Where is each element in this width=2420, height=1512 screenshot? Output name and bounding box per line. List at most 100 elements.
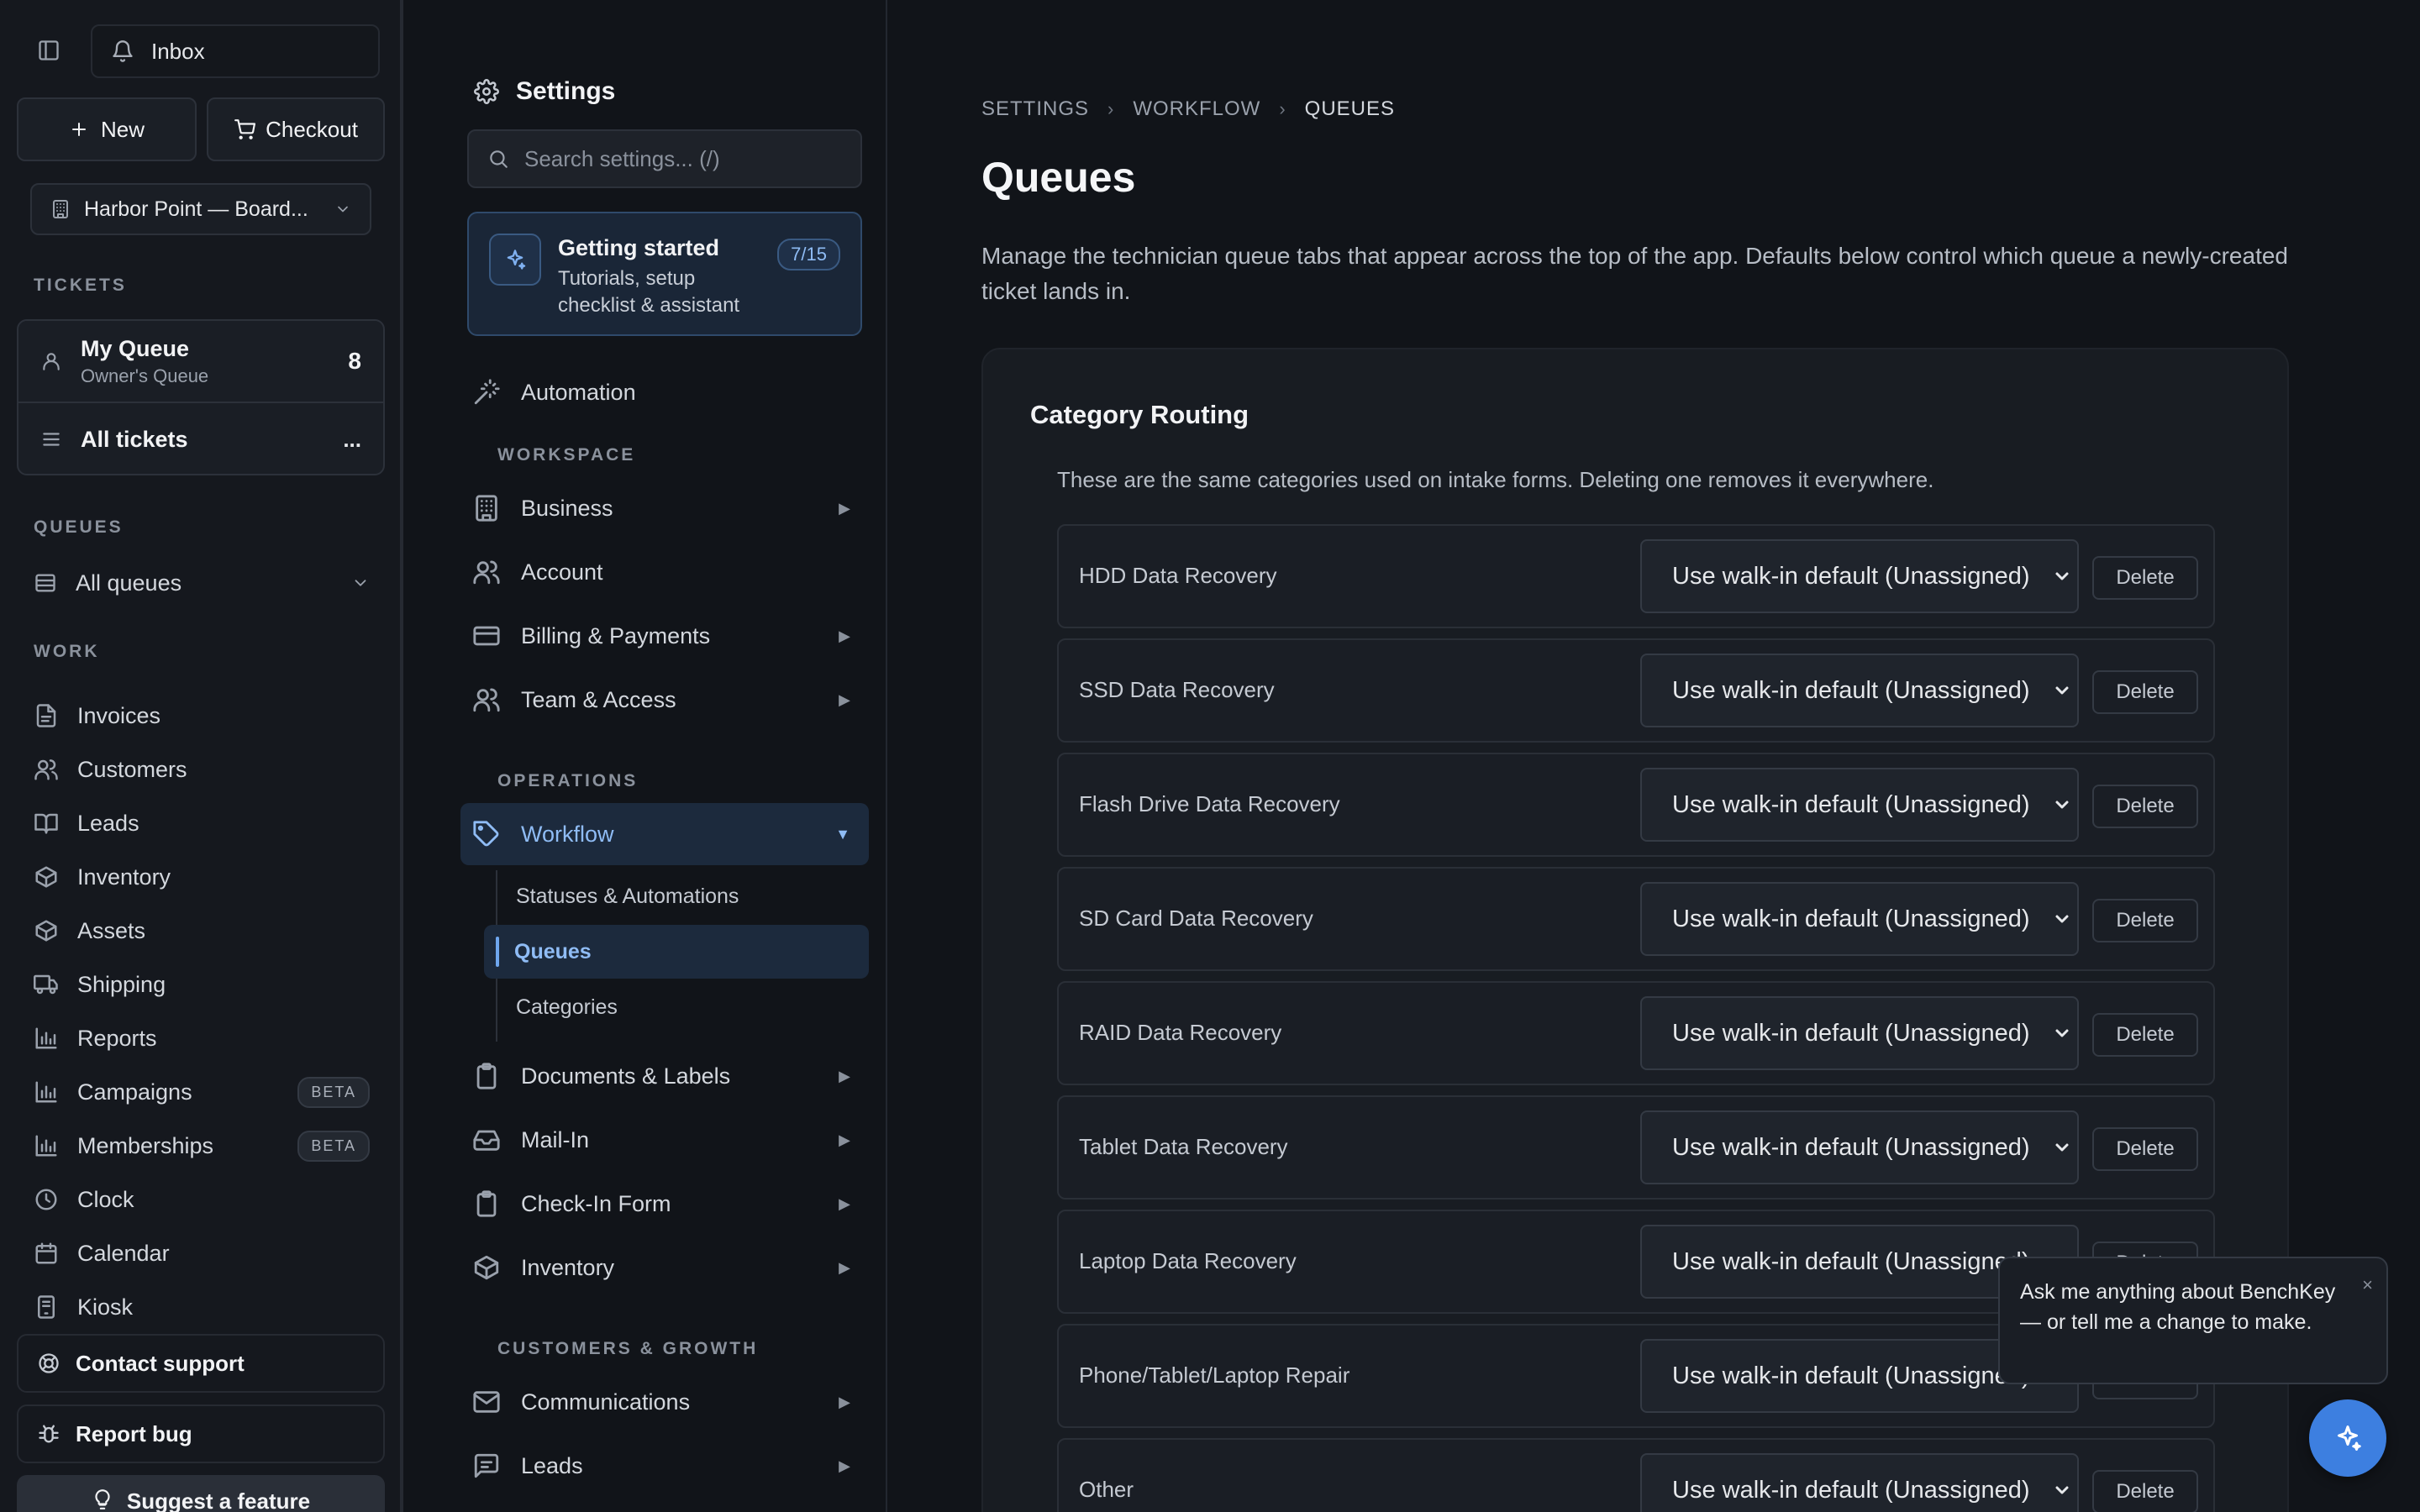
sidebar-item-campaigns[interactable]: Campaigns BETA <box>34 1065 370 1119</box>
new-button[interactable]: New <box>17 97 197 161</box>
tickets-group: My Queue Owner's Queue 8 All tickets ... <box>17 319 385 475</box>
queue-select-value: Use walk-in default (Unassigned) <box>1672 790 2030 818</box>
assistant-message: Ask me anything about BenchKey — or tell… <box>2020 1280 2336 1334</box>
sidebar-item-shipping[interactable]: Shipping <box>34 958 370 1011</box>
delete-button[interactable]: Delete <box>2092 670 2198 714</box>
inbox-button[interactable]: Inbox <box>91 24 380 78</box>
settings-subitem-queues[interactable]: Queues <box>484 925 869 979</box>
settings-item-account[interactable]: Account <box>460 541 869 603</box>
sidebar-item-reports[interactable]: Reports <box>34 1011 370 1065</box>
assistant-popup: Ask me anything about BenchKey — or tell… <box>1998 1257 2388 1384</box>
settings-item-workflow[interactable]: Workflow ▼ <box>460 803 869 865</box>
settings-item-documents-labels[interactable]: Documents & Labels ▶ <box>460 1045 869 1107</box>
delete-button[interactable]: Delete <box>2092 1127 2198 1171</box>
delete-button[interactable]: Delete <box>2092 899 2198 942</box>
assistant-button[interactable] <box>2309 1399 2386 1477</box>
contact-support-button[interactable]: Contact support <box>17 1334 385 1393</box>
sidebar-item-clock[interactable]: Clock <box>34 1173 370 1226</box>
settings-item-communications[interactable]: Communications ▶ <box>460 1371 869 1433</box>
settings-subitem-categories[interactable]: Categories <box>516 980 869 1034</box>
settings-nav: Settings Getting started Tutorials, setu… <box>407 0 887 1512</box>
sidebar-item-leads[interactable]: Leads <box>34 796 370 850</box>
my-queue-item[interactable]: My Queue Owner's Queue 8 <box>18 321 383 402</box>
bell-icon <box>113 40 133 62</box>
sidebar-item-inventory[interactable]: Inventory <box>34 850 370 904</box>
chevron-down-icon <box>2055 686 2069 695</box>
users-icon <box>473 688 500 712</box>
sidebar-item-label: Inventory <box>77 864 171 890</box>
organization-select[interactable]: Harbor Point — Board... <box>30 183 371 235</box>
sidebar-toggle-icon[interactable] <box>37 39 60 62</box>
sidebar-item-memberships[interactable]: Memberships BETA <box>34 1119 370 1173</box>
sparkle-icon <box>2338 1425 2361 1451</box>
queue-select-value: Use walk-in default (Unassigned) <box>1672 676 2030 704</box>
settings-search[interactable] <box>467 129 862 188</box>
my-queue-count: 8 <box>348 348 361 374</box>
settings-item-business[interactable]: Business ▶ <box>460 477 869 539</box>
breadcrumb-workflow[interactable]: WORKFLOW <box>1133 97 1260 121</box>
settings-search-input[interactable] <box>524 145 860 172</box>
tickets-heading: TICKETS <box>34 276 127 295</box>
lightbulb-icon <box>95 1489 110 1509</box>
settings-subitem-statuses[interactable]: Statuses & Automations <box>516 869 869 923</box>
queue-select[interactable]: Use walk-in default (Unassigned) <box>1640 1110 2079 1184</box>
delete-button[interactable]: Delete <box>2092 1013 2198 1057</box>
category-name: SD Card Data Recovery <box>1079 906 1313 931</box>
sidebar-item-customers[interactable]: Customers <box>34 743 370 796</box>
suggest-feature-button[interactable]: Suggest a feature <box>17 1475 385 1512</box>
queue-select[interactable]: Use walk-in default (Unassigned) <box>1640 882 2079 956</box>
settings-item-billing[interactable]: Billing & Payments ▶ <box>460 605 869 667</box>
settings-item-inventory[interactable]: Inventory ▶ <box>460 1236 869 1299</box>
sidebar-item-invoices[interactable]: Invoices <box>34 689 370 743</box>
close-icon[interactable]: × <box>2362 1270 2373 1300</box>
delete-button[interactable]: Delete <box>2092 1470 2198 1512</box>
settings-item-leads[interactable]: Leads ▶ <box>460 1435 869 1497</box>
chevron-down-icon <box>338 206 348 213</box>
all-tickets-item[interactable]: All tickets ... <box>18 403 383 475</box>
delete-button[interactable]: Delete <box>2092 785 2198 828</box>
caret-right-icon: ▶ <box>839 1067 850 1084</box>
bar-chart-icon <box>35 1135 57 1157</box>
category-row: Flash Drive Data Recovery Use walk-in def… <box>1057 753 2215 857</box>
category-name: SSD Data Recovery <box>1079 677 1275 702</box>
getting-started-card[interactable]: Getting started Tutorials, setup checkli… <box>467 212 862 336</box>
chevron-down-icon[interactable] <box>351 574 370 592</box>
caret-right-icon: ▶ <box>839 690 850 708</box>
report-bug-button[interactable]: Report bug <box>17 1404 385 1463</box>
chevron-down-icon <box>2055 1143 2069 1152</box>
breadcrumb: SETTINGS › WORKFLOW › QUEUES <box>981 97 1395 121</box>
chevron-down-icon <box>2055 1029 2069 1037</box>
breadcrumb-queues: QUEUES <box>1304 97 1396 120</box>
more-options-button[interactable]: ... <box>343 427 361 453</box>
box-icon <box>35 920 57 942</box>
new-label: New <box>100 116 145 142</box>
queue-select[interactable]: Use walk-in default (Unassigned) <box>1640 996 2079 1070</box>
my-queue-subtitle: Owner's Queue <box>81 365 209 386</box>
bug-icon <box>39 1425 59 1443</box>
box-icon <box>474 1255 499 1280</box>
checkout-button[interactable]: Checkout <box>207 97 385 161</box>
sidebar-item-label: Leads <box>77 810 139 836</box>
queue-select[interactable]: Use walk-in default (Unassigned) <box>1640 768 2079 842</box>
queue-select[interactable]: Use walk-in default (Unassigned) <box>1640 539 2079 613</box>
delete-button[interactable]: Delete <box>2092 556 2198 600</box>
settings-title-label: Settings <box>516 77 616 105</box>
queue-select[interactable]: Use walk-in default (Unassigned) <box>1640 1453 2079 1512</box>
book-icon <box>34 813 58 834</box>
settings-item-automation[interactable]: Automation <box>460 361 869 423</box>
all-queues-item[interactable]: All queues <box>34 564 370 601</box>
settings-item-team-access[interactable]: Team & Access ▶ <box>460 669 869 731</box>
cart-icon <box>234 119 256 139</box>
sidebar-item-calendar[interactable]: Calendar <box>34 1226 370 1280</box>
page-title: Queues <box>981 154 1136 201</box>
breadcrumb-settings[interactable]: SETTINGS <box>981 97 1089 121</box>
queues-heading: QUEUES <box>34 517 124 537</box>
queue-select[interactable]: Use walk-in default (Unassigned) <box>1640 654 2079 727</box>
sidebar-item-assets[interactable]: Assets <box>34 904 370 958</box>
operations-heading: OPERATIONS <box>497 771 639 790</box>
sidebar-item-kiosk[interactable]: Kiosk <box>34 1280 370 1334</box>
settings-item-check-in-form[interactable]: Check-In Form ▶ <box>460 1173 869 1235</box>
settings-item-label: Business <box>521 495 613 521</box>
settings-item-label: Automation <box>521 379 636 405</box>
settings-item-mail-in[interactable]: Mail-In ▶ <box>460 1109 869 1171</box>
